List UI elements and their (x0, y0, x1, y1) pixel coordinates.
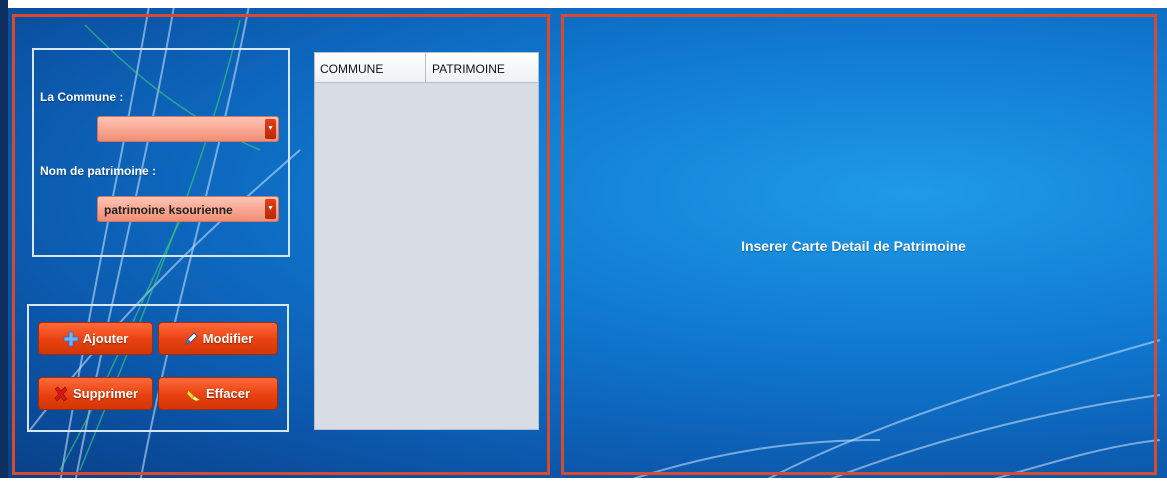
patrimoine-select[interactable]: patrimoine ksourienne ▼ (97, 196, 279, 222)
eraser-icon (186, 385, 202, 403)
window-bottom-edge (0, 478, 1167, 483)
column-divider (425, 53, 426, 82)
clear-button[interactable]: Effacer (158, 377, 278, 410)
edit-button-label: Modifier (202, 331, 254, 346)
map-placeholder-text: Inserer Carte Detail de Patrimoine (741, 238, 966, 254)
window-top-edge (0, 0, 1167, 8)
patrimoine-label: Nom de patrimoine : (40, 164, 157, 178)
delete-button-label: Supprimer (72, 386, 138, 401)
chevron-down-icon[interactable]: ▼ (265, 199, 276, 219)
delete-button[interactable]: Supprimer (38, 377, 153, 410)
pen-icon (183, 330, 199, 348)
plus-icon (63, 330, 79, 348)
column-header-commune[interactable]: COMMUNE (320, 62, 383, 76)
add-button[interactable]: Ajouter (38, 322, 153, 355)
patrimoine-select-value: patrimoine ksourienne (104, 203, 233, 217)
commune-select[interactable]: ▼ (97, 116, 279, 142)
filter-group (32, 48, 290, 257)
add-button-label: Ajouter (82, 331, 129, 346)
clear-button-label: Effacer (205, 386, 251, 401)
chevron-down-icon[interactable]: ▼ (265, 119, 276, 139)
commune-label: La Commune : (40, 90, 124, 104)
column-header-patrimoine[interactable]: PATRIMOINE (432, 62, 505, 76)
table-header: COMMUNE PATRIMOINE (315, 53, 538, 83)
edit-button[interactable]: Modifier (158, 322, 278, 355)
cross-icon (53, 385, 69, 403)
